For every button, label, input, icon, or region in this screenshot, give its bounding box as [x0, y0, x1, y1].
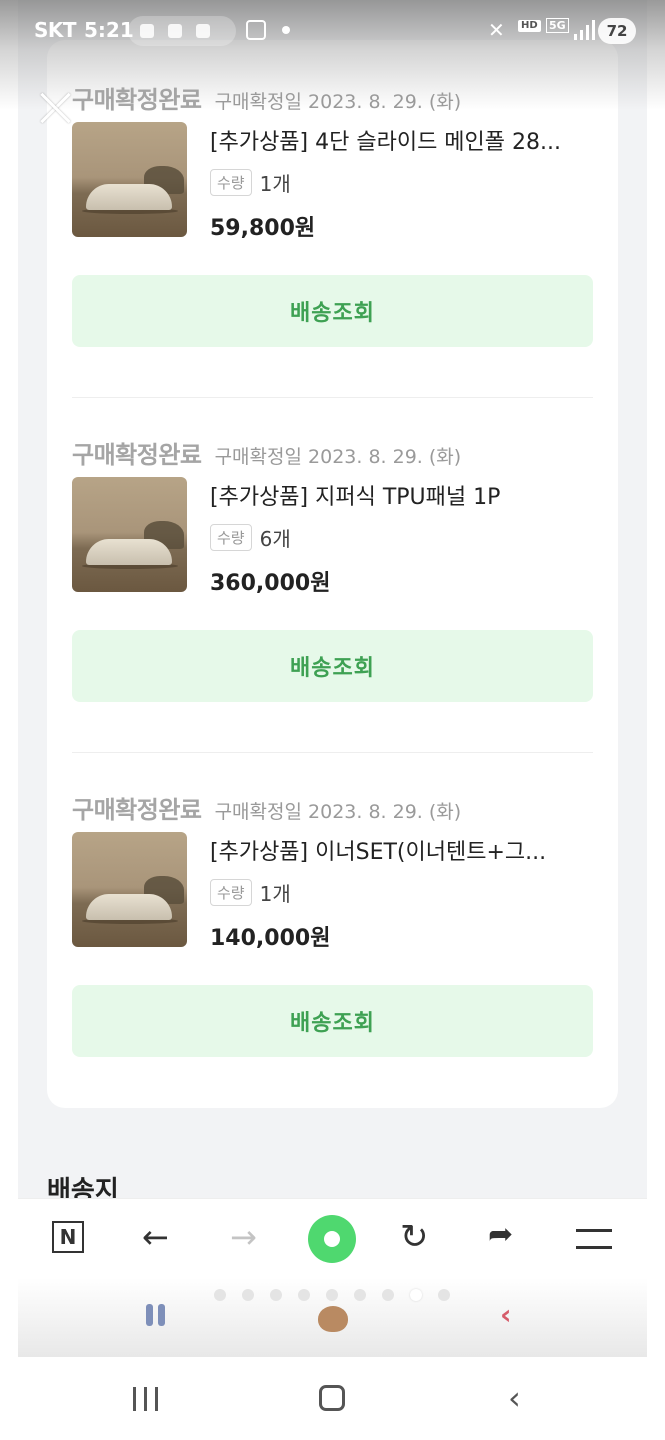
order-status: 구매확정완료	[72, 796, 202, 824]
order-status: 구매확정완료	[72, 86, 202, 114]
naver-home-button[interactable]: N	[52, 1221, 84, 1253]
pause-app-icon[interactable]	[146, 1304, 170, 1330]
carrier-label: SKT	[34, 18, 77, 42]
status-bar: SKT 5:21 ✕ HD 5G 72	[0, 0, 665, 62]
quantity-label: 수량	[210, 524, 252, 551]
order-header: 구매확정완료 구매확정일 2023. 8. 29. (화)	[72, 435, 461, 470]
confirm-date: 구매확정일 2023. 8. 29. (화)	[214, 446, 462, 468]
quantity-row: 수량 6개	[210, 523, 291, 552]
product-thumbnail[interactable]	[72, 832, 187, 947]
recents-icon[interactable]	[133, 1387, 166, 1415]
product-thumbnail[interactable]	[72, 122, 187, 237]
notification-dot-icon	[282, 26, 290, 34]
close-icon[interactable]	[38, 90, 74, 126]
clock: 5:21	[84, 18, 134, 42]
product-name[interactable]: [추가상품] 4단 슬라이드 메인폴 28...	[210, 124, 595, 156]
order-header: 구매확정완료 구매확정일 2023. 8. 29. (화)	[72, 790, 461, 825]
battery-level: 72	[598, 18, 636, 44]
track-delivery-button[interactable]: 배송조회	[72, 985, 593, 1057]
hd-voice-badge: HD	[518, 20, 541, 32]
product-name[interactable]: [추가상품] 지퍼식 TPU패널 1P	[210, 479, 595, 511]
order-header: 구매확정완료 구매확정일 2023. 8. 29. (화)	[72, 80, 461, 115]
signal-icon	[574, 20, 596, 40]
product-price: 59,800원	[210, 216, 316, 241]
divider	[72, 752, 593, 753]
quantity-value: 1개	[259, 882, 291, 906]
bear-app-icon[interactable]	[318, 1306, 348, 1332]
back-icon[interactable]: ‹	[508, 1379, 521, 1417]
product-name[interactable]: [추가상품] 이너SET(이너텐트+그...	[210, 834, 595, 866]
tab-switcher-area: ‹	[18, 1278, 647, 1357]
order-item: 구매확정완료 구매확정일 2023. 8. 29. (화) [추가상품] 지퍼식…	[72, 435, 593, 710]
mute-icon: ✕	[488, 18, 505, 42]
quantity-row: 수량 1개	[210, 168, 291, 197]
forward-arrow-icon[interactable]: →	[230, 1219, 257, 1255]
track-delivery-button[interactable]: 배송조회	[72, 275, 593, 347]
order-status: 구매확정완료	[72, 441, 202, 469]
track-delivery-button[interactable]: 배송조회	[72, 630, 593, 702]
back-arrow-icon[interactable]: ←	[142, 1219, 169, 1255]
back-app-icon[interactable]: ‹	[500, 1298, 512, 1331]
quantity-row: 수량 1개	[210, 878, 291, 907]
order-item: 구매확정완료 구매확정일 2023. 8. 29. (화) [추가상품] 이너S…	[72, 790, 593, 1065]
quantity-label: 수량	[210, 169, 252, 196]
divider	[72, 397, 593, 398]
network-type: 5G	[546, 18, 569, 33]
system-navigation-bar: ‹	[0, 1357, 665, 1440]
menu-icon[interactable]	[576, 1229, 612, 1249]
green-dot-home-button[interactable]	[308, 1215, 356, 1263]
screen-capture-icon	[246, 20, 266, 40]
quantity-label: 수량	[210, 879, 252, 906]
confirm-date: 구매확정일 2023. 8. 29. (화)	[214, 801, 462, 823]
product-price: 140,000원	[210, 926, 331, 951]
quantity-value: 1개	[259, 172, 291, 196]
reload-icon[interactable]: ↻	[400, 1217, 429, 1257]
product-price: 360,000원	[210, 571, 331, 596]
notification-icons	[128, 16, 236, 46]
browser-toolbar: N ← → ↻ ➦	[18, 1198, 647, 1279]
share-icon[interactable]: ➦	[488, 1217, 513, 1252]
quantity-value: 6개	[259, 527, 291, 551]
confirm-date: 구매확정일 2023. 8. 29. (화)	[214, 91, 462, 113]
product-thumbnail[interactable]	[72, 477, 187, 592]
page-indicator-dots	[214, 1286, 466, 1305]
order-item: 구매확정완료 구매확정일 2023. 8. 29. (화) [추가상품] 4단 …	[72, 80, 593, 355]
home-icon[interactable]	[319, 1385, 345, 1411]
